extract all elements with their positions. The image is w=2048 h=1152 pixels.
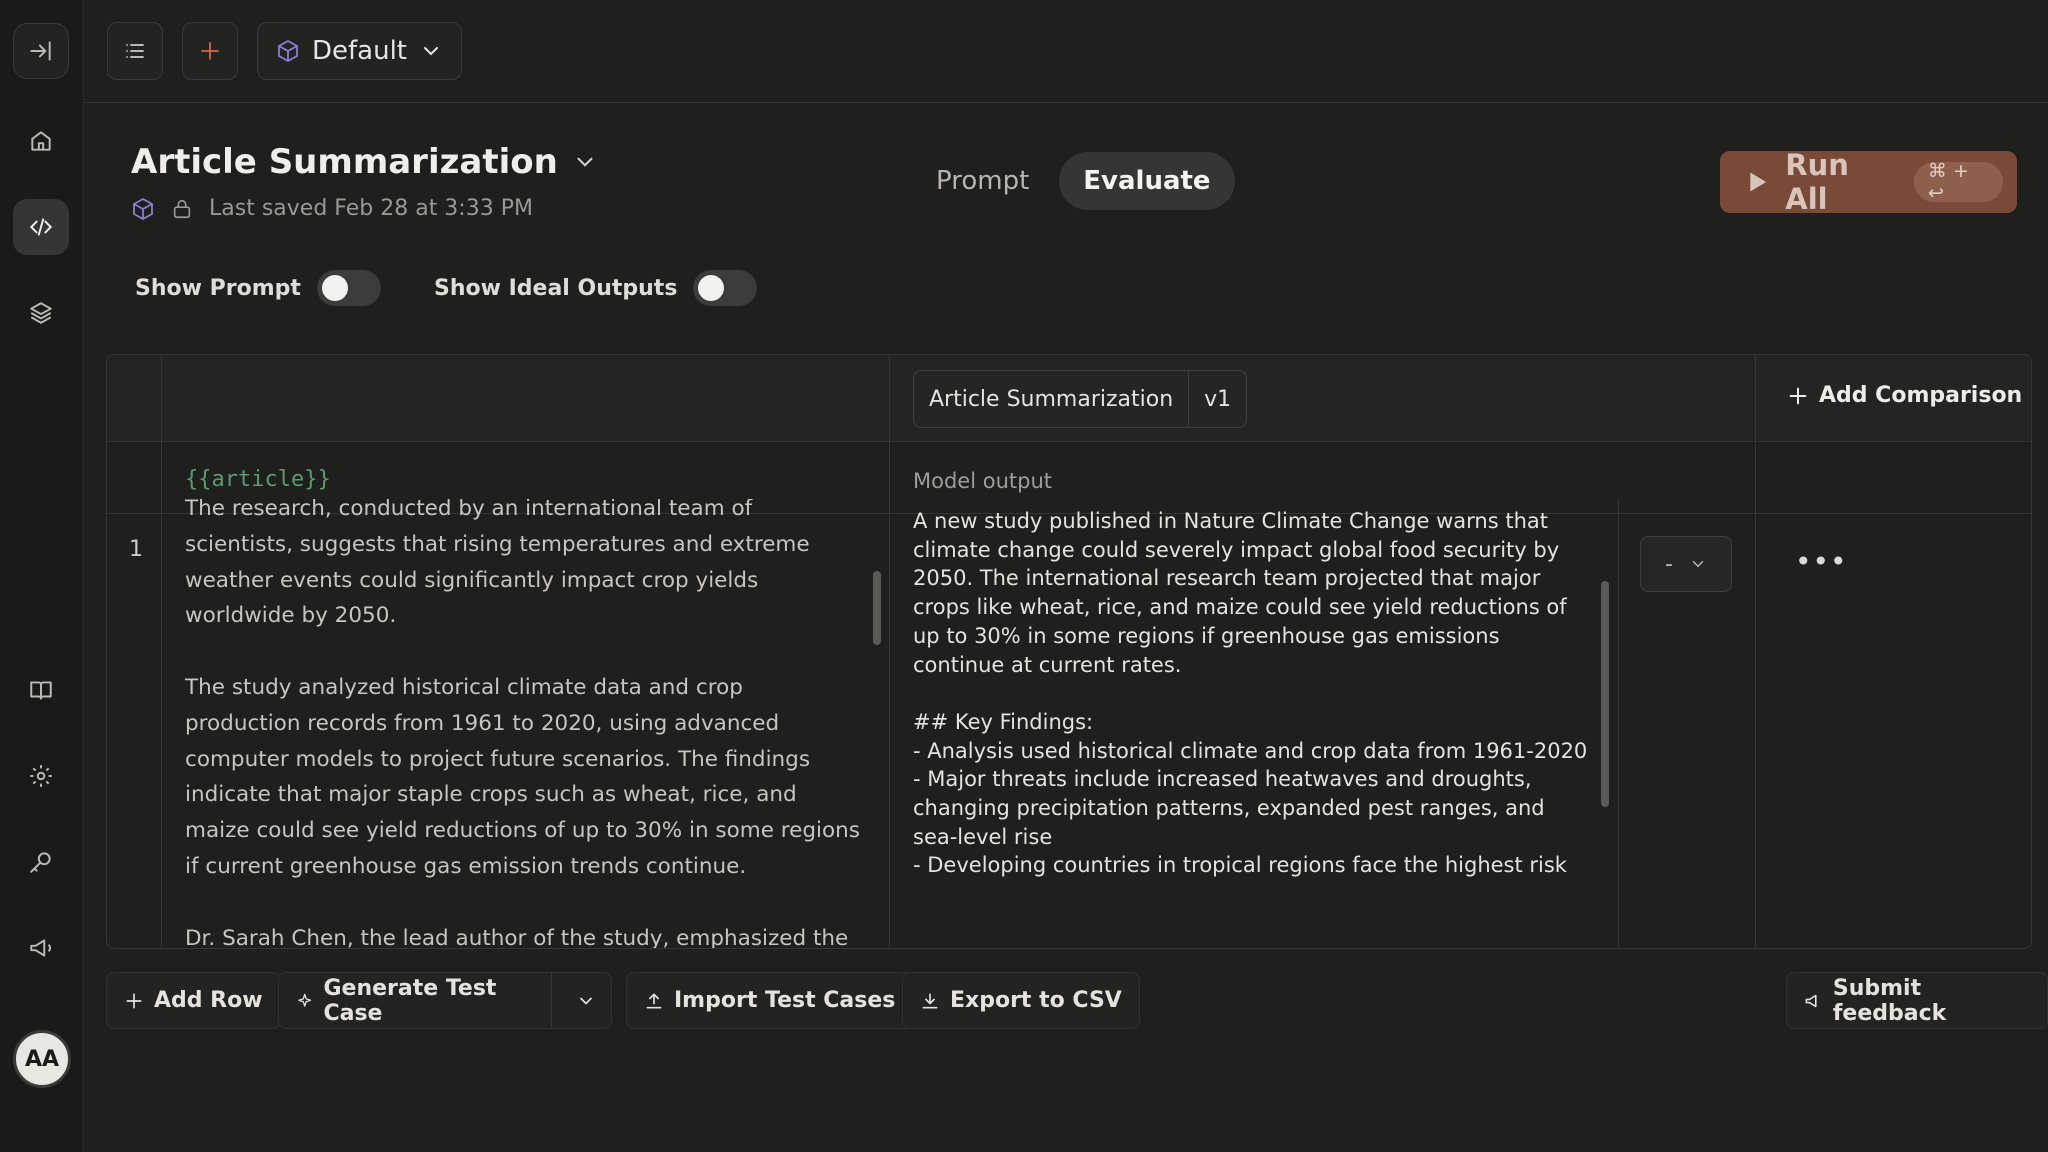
- nav-settings-button[interactable]: [13, 748, 69, 804]
- last-saved-text: Last saved Feb 28 at 3:33 PM: [209, 196, 533, 221]
- upload-icon: [646, 993, 662, 1008]
- run-all-button[interactable]: Run All ⌘ + ↩: [1720, 148, 2017, 216]
- megaphone-icon: [1805, 994, 1817, 1007]
- nav-code-button[interactable]: [13, 199, 69, 255]
- prompt-version: v1: [1188, 371, 1246, 427]
- column-divider: [161, 355, 162, 948]
- app-root: AA Default Article Summarization Last sa…: [0, 0, 2048, 1152]
- menu-button[interactable]: [107, 22, 163, 80]
- download-icon: [922, 993, 938, 1008]
- nav-layers-button[interactable]: [13, 285, 69, 341]
- chevron-down-icon: [577, 157, 593, 167]
- add-comparison-button[interactable]: Add Comparison: [1787, 383, 2022, 408]
- plus-icon: [201, 42, 219, 60]
- nav-feedback-button[interactable]: [13, 920, 69, 976]
- code-icon: [29, 218, 53, 236]
- row-index: 1: [129, 537, 143, 562]
- nav-api-keys-button[interactable]: [13, 834, 69, 890]
- project-name: Default: [312, 36, 407, 66]
- evaluation-table: Article Summarization v1 Add Comparison …: [106, 354, 2032, 949]
- rating-value: -: [1665, 551, 1673, 577]
- home-icon: [31, 131, 51, 151]
- show-prompt-label: Show Prompt: [135, 275, 301, 301]
- column-divider: [1618, 499, 1619, 948]
- lock-icon: [173, 199, 191, 218]
- article-scrollbar[interactable]: [873, 571, 881, 645]
- generate-test-case-label: Generate Test Case: [323, 975, 497, 1026]
- new-prompt-button[interactable]: [182, 22, 238, 80]
- save-status: Last saved Feb 28 at 3:33 PM: [131, 196, 533, 221]
- column-divider: [889, 355, 890, 948]
- chevron-down-icon: [580, 997, 593, 1005]
- play-icon: [1750, 172, 1767, 192]
- toggle-knob: [321, 275, 348, 301]
- layers-icon: [30, 302, 52, 324]
- tab-evaluate[interactable]: Evaluate: [1059, 152, 1235, 210]
- gear-icon: [30, 765, 52, 787]
- nav-docs-button[interactable]: [13, 662, 69, 718]
- show-ideal-outputs-toggle-row: Show Ideal Outputs: [434, 270, 758, 306]
- tab-prompt[interactable]: Prompt: [912, 152, 1053, 210]
- generate-test-case-button[interactable]: Generate Test Case: [296, 973, 552, 1028]
- model-output-text: A new study published in Nature Climate …: [913, 509, 1588, 878]
- chevron-down-icon: [424, 47, 438, 56]
- add-row-button[interactable]: Add Row: [106, 972, 281, 1029]
- left-rail: AA: [0, 0, 84, 1152]
- rating-select[interactable]: -: [1640, 536, 1732, 592]
- plus-icon: [1789, 387, 1807, 404]
- expand-sidebar-button[interactable]: [13, 23, 69, 79]
- prompt-version-chip[interactable]: Article Summarization v1: [913, 370, 1248, 428]
- toggle-knob: [698, 275, 725, 301]
- add-comparison-label: Add Comparison: [1819, 383, 2023, 408]
- sparkle-icon: [298, 993, 312, 1007]
- variable-column-header: {{article}}: [185, 467, 331, 492]
- column-divider: [1755, 355, 1756, 948]
- prompt-name: Article Summarization: [929, 386, 1174, 412]
- submit-feedback-button[interactable]: Submit feedback: [1786, 972, 2048, 1029]
- cube-icon: [133, 197, 153, 220]
- mode-tabs: Prompt Evaluate: [912, 152, 1235, 210]
- generate-options-button[interactable]: [562, 973, 611, 1028]
- top-bar: Default: [85, 0, 2048, 103]
- export-csv-button[interactable]: Export to CSV: [902, 972, 1140, 1029]
- export-csv-label: Export to CSV: [950, 988, 1122, 1013]
- row-more-button[interactable]: •••: [1795, 545, 1848, 578]
- book-icon: [30, 681, 52, 700]
- user-avatar[interactable]: AA: [13, 1030, 71, 1088]
- row-divider: [107, 441, 2031, 442]
- article-text: The research, conducted by an internatio…: [185, 499, 860, 949]
- expand-sidebar-icon: [30, 41, 51, 61]
- show-ideal-outputs-label: Show Ideal Outputs: [434, 275, 678, 301]
- run-all-shortcut: ⌘ + ↩: [1913, 160, 2004, 204]
- run-all-label: Run All: [1785, 148, 1849, 216]
- submit-feedback-label: Submit feedback: [1832, 975, 1947, 1026]
- article-input-cell[interactable]: The research, conducted by an internatio…: [167, 499, 887, 949]
- user-initials: AA: [24, 1046, 60, 1072]
- output-scrollbar[interactable]: [1601, 581, 1609, 807]
- project-selector[interactable]: Default: [257, 22, 462, 80]
- show-ideal-outputs-toggle[interactable]: [693, 270, 758, 306]
- add-row-label: Add Row: [154, 988, 263, 1013]
- nav-home-button[interactable]: [13, 113, 69, 169]
- model-output-cell: A new study published in Nature Climate …: [913, 499, 1613, 948]
- generate-test-case-group: Generate Test Case: [278, 972, 612, 1029]
- show-prompt-toggle[interactable]: [316, 270, 381, 306]
- key-icon: [30, 852, 51, 873]
- megaphone-icon: [30, 939, 51, 957]
- cube-icon: [278, 40, 298, 62]
- list-icon: [126, 44, 144, 58]
- show-prompt-toggle-row: Show Prompt: [135, 270, 381, 306]
- output-column-header: Model output: [913, 469, 1052, 493]
- import-test-cases-button[interactable]: Import Test Cases: [626, 972, 914, 1029]
- import-test-cases-label: Import Test Cases: [674, 988, 896, 1013]
- chevron-down-icon: [1692, 561, 1704, 568]
- prompt-title-dropdown[interactable]: Article Summarization: [131, 142, 598, 182]
- page-title: Article Summarization: [131, 142, 558, 182]
- plus-icon: [126, 993, 142, 1008]
